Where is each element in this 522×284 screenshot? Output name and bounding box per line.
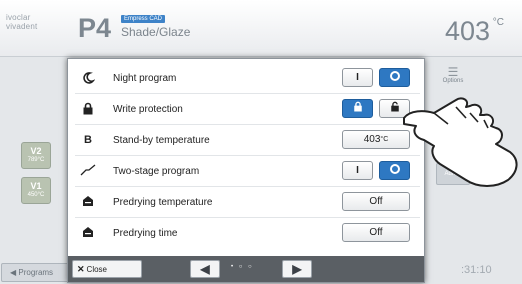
previous-page-button[interactable]: ◀ — [190, 260, 220, 278]
write-protection-label: Write protection — [113, 104, 183, 115]
dialog-bottom-bar: ✕ Close ◀ • ○ ○ ▶ — [68, 256, 424, 282]
row-two-stage-program: Two-stage program I — [75, 156, 420, 187]
program-v1-label: V1 — [30, 181, 42, 191]
night-program-label: Night program — [113, 73, 177, 84]
standby-temperature-label: Stand-by temperature — [113, 135, 210, 146]
close-icon: ✕ — [77, 264, 85, 274]
night-program-on-button[interactable]: I — [342, 68, 373, 87]
predrying-time-label: Predrying time — [113, 228, 178, 239]
two-stage-on-button[interactable]: I — [342, 161, 373, 180]
standby-temperature-number: 403 — [363, 134, 381, 145]
row-write-protection: Write protection — [75, 94, 420, 125]
lock-icon — [80, 102, 96, 116]
page-indicator: • ○ ○ — [231, 264, 254, 270]
row-standby-temperature: B Stand-by temperature 403°C — [75, 125, 420, 156]
two-stage-curve-icon — [80, 164, 96, 178]
options-icon: ☰ — [447, 65, 459, 79]
standby-b-icon: B — [84, 134, 92, 146]
device-screen: ivoclar vivadent P4 Empress CAD Shade/Gl… — [0, 0, 522, 284]
programs-label: Programs — [18, 268, 54, 277]
close-button[interactable]: ✕ Close — [72, 260, 142, 278]
predrying-temperature-value[interactable]: Off — [342, 192, 410, 211]
off-ring-icon — [389, 71, 400, 82]
standby-temperature-unit: °C — [380, 136, 389, 143]
close-label: Close — [86, 265, 107, 274]
moon-icon — [80, 71, 96, 85]
program-v2-label: V2 — [30, 146, 42, 156]
program-tag: Empress CAD — [121, 15, 166, 23]
two-stage-program-label: Two-stage program — [113, 166, 200, 177]
hand-pointer-icon — [403, 97, 518, 187]
predrying-temperature-label: Predrying temperature — [113, 197, 213, 208]
program-name: Shade/Glaze — [121, 25, 191, 39]
row-predrying-time: Predrying time Off — [75, 218, 420, 249]
off-ring-icon — [389, 164, 400, 175]
brand-logo: ivoclar vivadent — [6, 13, 38, 31]
next-page-button[interactable]: ▶ — [282, 260, 312, 278]
program-v1-temp: 450°C — [27, 192, 45, 198]
write-protection-locked-button[interactable] — [342, 99, 373, 118]
arrow-left-icon: ◀ — [200, 262, 210, 276]
program-v1-button[interactable]: V1 450°C — [21, 177, 51, 204]
program-v2-button[interactable]: V2 789°C — [21, 142, 51, 169]
program-options-dialog: Night program I Write protection B Stand… — [67, 58, 425, 283]
arrow-right-icon: ▶ — [292, 262, 302, 276]
lock-open-icon — [390, 102, 399, 112]
clock: :31:10 — [461, 264, 492, 276]
predrying-icon — [80, 195, 96, 209]
row-night-program: Night program I — [75, 63, 420, 94]
predrying-icon — [80, 226, 96, 240]
temperature-unit: °C — [492, 17, 504, 28]
programs-button[interactable]: ◀ Programs — [1, 263, 71, 282]
lock-closed-icon — [353, 102, 362, 112]
row-predrying-temperature: Predrying temperature Off — [75, 187, 420, 218]
predrying-time-value[interactable]: Off — [342, 223, 410, 242]
header-bar: ivoclar vivadent P4 Empress CAD Shade/Gl… — [0, 0, 522, 57]
current-temperature: 403 — [444, 16, 490, 46]
model-name: P4 — [78, 13, 112, 43]
program-v2-temp: 789°C — [27, 157, 45, 163]
